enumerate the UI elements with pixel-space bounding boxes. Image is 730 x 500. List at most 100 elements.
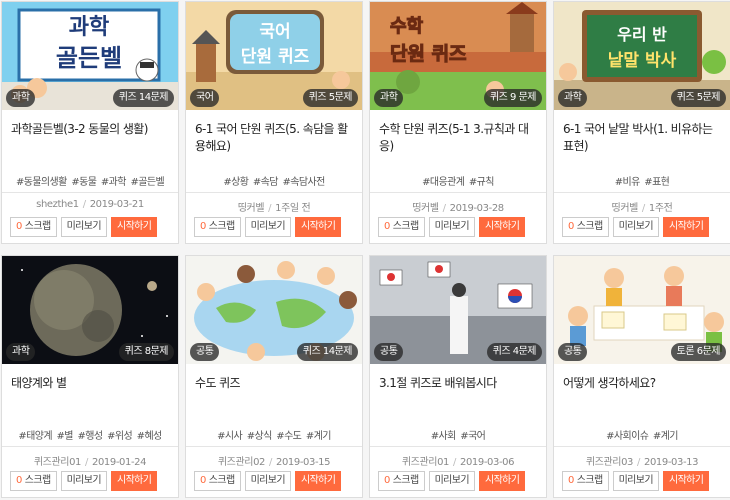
preview-button[interactable]: 미리보기 (428, 217, 475, 237)
scrap-button[interactable]: 0 스크랩 (562, 217, 609, 237)
tag[interactable]: #시사 (217, 431, 243, 442)
preview-button[interactable]: 미리보기 (244, 217, 291, 237)
scrap-count: 0 (384, 475, 390, 486)
quiz-title[interactable]: 6-1 국어 낱말 박사(1. 비유하는 표현) (563, 121, 722, 157)
quiz-card[interactable]: 공통 토론 6문제 어떻게 생각하세요? #사회이슈 #계기 퀴즈관리03/20… (553, 255, 730, 498)
tag[interactable]: #수도 (276, 431, 302, 442)
start-button[interactable]: 시작하기 (110, 471, 158, 491)
tag[interactable]: #태양계 (18, 431, 52, 442)
quiz-meta: 띵커벨/1주일 전 (237, 203, 311, 214)
tag[interactable]: #국어 (460, 431, 486, 442)
tag[interactable]: #상식 (247, 431, 273, 442)
created-date: 2019-01-24 (91, 457, 147, 468)
preview-button[interactable]: 미리보기 (244, 471, 291, 491)
quiz-card[interactable]: 우리 반 낱말 박사 과학 퀴즈 5문제 6-1 국어 낱말 박사(1. 비유하… (553, 1, 730, 244)
tag[interactable]: #표현 (644, 177, 670, 188)
start-button[interactable]: 시작하기 (478, 217, 526, 237)
author-name: 띵커벨 (412, 203, 439, 214)
card-actions: 0 스크랩 미리보기 시작하기 (378, 217, 526, 237)
quiz-title[interactable]: 3.1절 퀴즈로 배워봅시다 (379, 375, 538, 411)
tag[interactable]: #속담 (253, 177, 279, 188)
scrap-count: 0 (16, 475, 22, 486)
divider (2, 446, 178, 447)
tag[interactable]: #동물의생활 (16, 177, 67, 188)
quiz-thumbnail[interactable]: 공통 토론 6문제 (554, 256, 730, 364)
tag[interactable]: #사회 (431, 431, 457, 442)
question-count-badge: 퀴즈 14문제 (112, 89, 174, 107)
quiz-thumbnail[interactable]: 공통 퀴즈 14문제 (186, 256, 362, 364)
preview-button[interactable]: 미리보기 (612, 471, 659, 491)
scrap-count: 0 (568, 475, 574, 486)
quiz-title[interactable]: 6-1 국어 단원 퀴즈(5. 속담을 활용해요) (195, 121, 354, 157)
scrap-button[interactable]: 0 스크랩 (378, 217, 425, 237)
scrap-count: 0 (200, 221, 206, 232)
tag[interactable]: #규칙 (469, 177, 495, 188)
created-date: 2019-03-28 (449, 203, 505, 214)
tag[interactable]: #동물 (71, 177, 97, 188)
tag[interactable]: #행성 (78, 431, 104, 442)
category-badge: 과학 (558, 89, 588, 107)
tag[interactable]: #대응관계 (422, 177, 465, 188)
preview-button[interactable]: 미리보기 (612, 217, 659, 237)
quiz-title[interactable]: 태양계와 별 (11, 375, 170, 411)
svg-text:국어: 국어 (259, 22, 290, 42)
divider (186, 192, 362, 193)
divider (554, 192, 730, 193)
quiz-title[interactable]: 어떻게 생각하세요? (563, 375, 722, 411)
question-count-badge: 퀴즈 5문제 (302, 89, 358, 107)
created-date: 2019-03-13 (643, 457, 699, 468)
category-badge: 공통 (558, 343, 588, 361)
quiz-thumbnail[interactable]: 국어 단원 퀴즈 국어 퀴즈 5문제 (186, 2, 362, 110)
scrap-button[interactable]: 0 스크랩 (194, 471, 241, 491)
tag[interactable]: #계기 (653, 431, 679, 442)
quiz-thumbnail[interactable]: 우리 반 낱말 박사 과학 퀴즈 5문제 (554, 2, 730, 110)
quiz-card[interactable]: 과학 퀴즈 8문제 태양계와 별 #태양계 #별 #행성 #위성 #혜성 퀴즈관… (1, 255, 179, 498)
tag-list: #비유 #표현 (554, 173, 730, 188)
tag[interactable]: #비유 (615, 177, 641, 188)
quiz-card[interactable]: 공통 퀴즈 4문제 3.1절 퀴즈로 배워봅시다 #사회 #국어 퀴즈관리01/… (369, 255, 547, 498)
tag[interactable]: #골든벨 (130, 177, 164, 188)
tag[interactable]: #상황 (223, 177, 249, 188)
question-count-badge: 퀴즈 8문제 (118, 343, 174, 361)
preview-button[interactable]: 미리보기 (428, 471, 475, 491)
start-button[interactable]: 시작하기 (110, 217, 158, 237)
quiz-card[interactable]: 과학 골든벨 과학 퀴즈 14문제 과학골든벨(3-2 동물의 생활) #동물의… (1, 1, 179, 244)
question-count-badge: 퀴즈 14문제 (296, 343, 358, 361)
author-name: 퀴즈관리02 (217, 457, 266, 468)
quiz-thumbnail[interactable]: 과학 퀴즈 8문제 (2, 256, 178, 364)
preview-button[interactable]: 미리보기 (60, 217, 107, 237)
start-button[interactable]: 시작하기 (478, 471, 526, 491)
quiz-thumbnail[interactable]: 공통 퀴즈 4문제 (370, 256, 546, 364)
scrap-button[interactable]: 0 스크랩 (10, 217, 57, 237)
start-button[interactable]: 시작하기 (662, 471, 710, 491)
preview-button[interactable]: 미리보기 (60, 471, 107, 491)
tag[interactable]: #위성 (107, 431, 133, 442)
tag-list: #시사 #상식 #수도 #계기 (186, 427, 362, 442)
quiz-title[interactable]: 수도 퀴즈 (195, 375, 354, 411)
category-badge: 공통 (374, 343, 404, 361)
scrap-button[interactable]: 0 스크랩 (562, 471, 609, 491)
quiz-card[interactable]: 수학 단원 퀴즈 과학 퀴즈 9 문제 수학 단원 퀴즈(5-1 3.규칙과 대… (369, 1, 547, 244)
quiz-title[interactable]: 수학 단원 퀴즈(5-1 3.규칙과 대응) (379, 121, 538, 157)
tag[interactable]: #계기 (306, 431, 332, 442)
card-actions: 0 스크랩 미리보기 시작하기 (194, 217, 342, 237)
quiz-card[interactable]: 국어 단원 퀴즈 국어 퀴즈 5문제 6-1 국어 단원 퀴즈(5. 속담을 활… (185, 1, 363, 244)
start-button[interactable]: 시작하기 (294, 471, 342, 491)
tag[interactable]: #혜성 (137, 431, 163, 442)
quiz-title[interactable]: 과학골든벨(3-2 동물의 생활) (11, 121, 170, 157)
tag[interactable]: #속담사전 (282, 177, 325, 188)
tag[interactable]: #과학 (101, 177, 127, 188)
author-name: 퀴즈관리03 (585, 457, 634, 468)
quiz-thumbnail[interactable]: 과학 골든벨 과학 퀴즈 14문제 (2, 2, 178, 110)
quiz-card[interactable]: 공통 퀴즈 14문제 수도 퀴즈 #시사 #상식 #수도 #계기 퀴즈관리02/… (185, 255, 363, 498)
start-button[interactable]: 시작하기 (294, 217, 342, 237)
quiz-thumbnail[interactable]: 수학 단원 퀴즈 과학 퀴즈 9 문제 (370, 2, 546, 110)
tag-list: #사회 #국어 (370, 427, 546, 442)
scrap-button[interactable]: 0 스크랩 (378, 471, 425, 491)
created-date: 2019-03-15 (275, 457, 331, 468)
start-button[interactable]: 시작하기 (662, 217, 710, 237)
scrap-button[interactable]: 0 스크랩 (10, 471, 57, 491)
tag[interactable]: #사회이슈 (606, 431, 649, 442)
tag[interactable]: #별 (57, 431, 74, 442)
scrap-button[interactable]: 0 스크랩 (194, 217, 241, 237)
